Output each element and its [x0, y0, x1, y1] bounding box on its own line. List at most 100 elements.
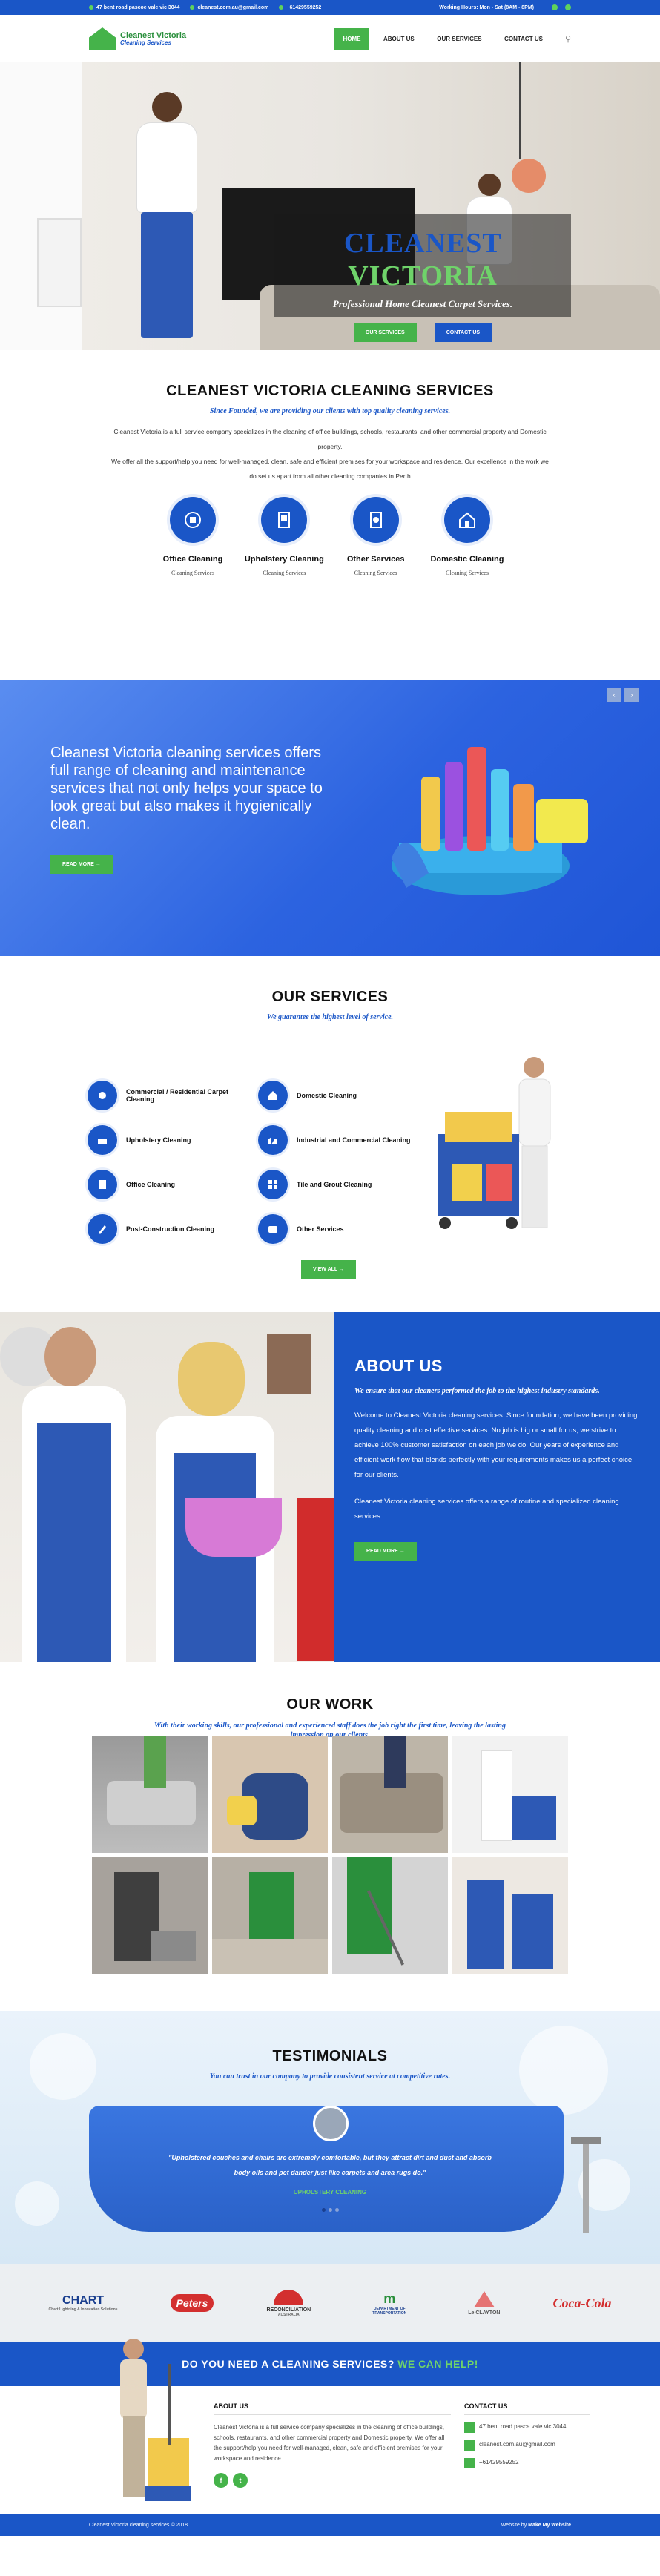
service-item[interactable]: Upholstery Cleaning	[88, 1125, 243, 1155]
top-bar: 47 bent road pascoe vale vic 3044 cleane…	[0, 0, 660, 15]
avatar	[313, 2106, 349, 2141]
logo-text: Cleanest Victoria Cleaning Services	[120, 30, 187, 46]
work-section: OUR WORK With their working skills, our …	[0, 1662, 660, 2011]
service-item[interactable]: Other Services	[258, 1214, 414, 1244]
work-photo[interactable]	[332, 1736, 448, 1853]
industrial-icon	[258, 1125, 288, 1155]
view-all-button[interactable]: VIEW ALL →	[301, 1260, 357, 1279]
topbar-phone[interactable]: +61429559252	[279, 5, 321, 10]
work-photo[interactable]	[452, 1736, 568, 1853]
hero-caption: CLEANEST VICTORIA Professional Home Clea…	[274, 214, 571, 342]
service-item[interactable]: Office Cleaning	[88, 1170, 243, 1199]
service-item[interactable]: Commercial / Residential Carpet Cleaning	[88, 1081, 243, 1110]
service-item[interactable]: Tile and Grout Cleaning	[258, 1170, 414, 1199]
nav-home[interactable]: HOME	[334, 27, 370, 50]
nav-about[interactable]: ABOUT US	[374, 28, 423, 50]
topbar-email[interactable]: cleanest.com.au@gmail.com	[190, 5, 268, 10]
main-nav: Cleanest Victoria Cleaning Services HOME …	[0, 15, 660, 62]
testimonial-quote: "Upholstered couches and chairs are extr…	[168, 2154, 492, 2176]
testimonials-title: TESTIMONIALS	[272, 2048, 388, 2064]
promo-read-more-button[interactable]: READ MORE →	[50, 855, 113, 874]
carousel-dot[interactable]	[328, 2208, 332, 2212]
nav-menu: HOME ABOUT US OUR SERVICES CONTACT US	[331, 27, 552, 50]
mail-icon	[464, 2440, 475, 2451]
phone-icon	[279, 5, 284, 10]
client-logo[interactable]: Peters	[170, 2294, 214, 2312]
facebook-icon[interactable]: f	[214, 2473, 228, 2488]
footer: ABOUT US Cleanest Victoria is a full ser…	[0, 2339, 660, 2514]
search-icon[interactable]: ⚲	[565, 34, 571, 44]
service-item[interactable]: Domestic Cleaning	[258, 1081, 414, 1110]
carousel-dots	[0, 2208, 660, 2212]
slider-prev-arrow-icon[interactable]: ‹	[607, 688, 621, 702]
upholstery-icon	[261, 497, 308, 543]
services-icon	[352, 497, 399, 543]
work-photo[interactable]	[92, 1736, 208, 1853]
client-logo[interactable]: CHART Chart Lightning & Innovation Soluti…	[49, 2294, 118, 2312]
about-section: ABOUT US We ensure that our cleaners per…	[0, 1312, 660, 1662]
work-photo[interactable]	[212, 1857, 328, 1974]
services-title: OUR SERVICES	[271, 989, 389, 1005]
other-services-icon	[258, 1214, 288, 1244]
location-icon	[89, 5, 93, 10]
services-subtitle: We guarantee the highest level of servic…	[266, 1013, 394, 1021]
card-upholstery-cleaning[interactable]: Upholstery Cleaning Cleaning Services	[240, 497, 329, 576]
hero-subtitle: Professional Home Cleanest Carpet Servic…	[332, 298, 513, 309]
slider-next-arrow-icon[interactable]: ›	[624, 688, 639, 702]
work-photo[interactable]	[332, 1857, 448, 1974]
card-other-services[interactable]: Other Services Cleaning Services	[331, 497, 420, 576]
copyright-text: Cleanest Victoria cleaning services © 20…	[89, 2522, 188, 2528]
cleaning-bucket-image	[392, 747, 588, 895]
twitter-icon[interactable]	[565, 4, 571, 10]
card-domestic-cleaning[interactable]: Domestic Cleaning Cleaning Services	[423, 497, 512, 576]
bottom-bar: Cleanest Victoria cleaning services © 20…	[0, 2514, 660, 2536]
client-logo[interactable]: Coca-Cola	[552, 2296, 611, 2311]
work-photo[interactable]	[212, 1736, 328, 1853]
promo-slider: ‹ › Cleanest Victoria cleaning services …	[0, 680, 660, 956]
carousel-dot[interactable]	[334, 2208, 339, 2212]
hero-title: CLEANEST VICTORIA	[343, 228, 502, 291]
house-logo-icon	[89, 27, 116, 50]
credit-link[interactable]: Make My Website	[528, 2523, 571, 2528]
client-logo[interactable]: RECONCILIATION AUSTRALIA	[266, 2289, 311, 2317]
domestic-icon	[258, 1081, 288, 1110]
work-photo[interactable]	[452, 1857, 568, 1974]
card-office-cleaning[interactable]: Office Cleaning Cleaning Services	[148, 497, 237, 576]
squeegee-image	[571, 2137, 601, 2233]
about-quote: We ensure that our cleaners performed th…	[354, 1387, 600, 1395]
our-services-button[interactable]: OUR SERVICES	[353, 323, 417, 342]
cleaners-team-photo	[0, 1312, 334, 1662]
intro-paragraph-2: We offer all the support/help you need f…	[111, 458, 549, 480]
about-read-more-button[interactable]: READ MORE →	[354, 1542, 417, 1561]
nav-services[interactable]: OUR SERVICES	[428, 28, 490, 50]
intro-subtitle: Since Founded, we are providing our clie…	[209, 407, 451, 415]
work-photo[interactable]	[92, 1857, 208, 1974]
site-logo[interactable]: Cleanest Victoria Cleaning Services	[89, 27, 186, 50]
about-paragraph-2: Cleanest Victoria cleaning services offe…	[354, 1498, 619, 1521]
client-logo[interactable]: m DEPARTMENT OF TRANSPORTATION	[363, 2291, 415, 2316]
promo-text: Cleanest Victoria cleaning services offe…	[50, 745, 323, 832]
about-title: ABOUT US	[354, 1357, 443, 1375]
contact-us-button[interactable]: CONTACT US	[434, 323, 492, 342]
nav-contact[interactable]: CONTACT US	[495, 28, 552, 50]
house-icon	[443, 497, 490, 543]
cleaner-photo	[126, 92, 208, 350]
service-item[interactable]: Industrial and Commercial Cleaning	[258, 1125, 414, 1155]
carousel-dot[interactable]	[321, 2208, 326, 2212]
mail-icon	[190, 5, 195, 10]
service-item[interactable]: Post-Construction Cleaning	[88, 1214, 243, 1244]
upholstery-icon	[88, 1125, 117, 1155]
tile-icon	[258, 1170, 288, 1199]
footer-address: 47 bent road pasce vale vic 3044	[464, 2422, 590, 2433]
footer-phone[interactable]: +61429559252	[464, 2458, 590, 2468]
facebook-icon[interactable]	[552, 4, 558, 10]
client-logo[interactable]: Le CLAYTON	[468, 2290, 500, 2316]
twitter-icon[interactable]: t	[233, 2473, 248, 2488]
topbar-address: 47 bent road pascoe vale vic 3044	[89, 5, 179, 10]
location-icon	[464, 2422, 475, 2433]
shelf-image	[37, 218, 82, 307]
hero-slider: CLEANEST VICTORIA Professional Home Clea…	[0, 62, 660, 350]
intro-title: CLEANEST VICTORIA CLEANING SERVICES	[166, 383, 494, 399]
footer-email[interactable]: cleanest.com.au@gmail.com	[464, 2440, 590, 2451]
janitor-cart-image	[438, 1057, 551, 1229]
